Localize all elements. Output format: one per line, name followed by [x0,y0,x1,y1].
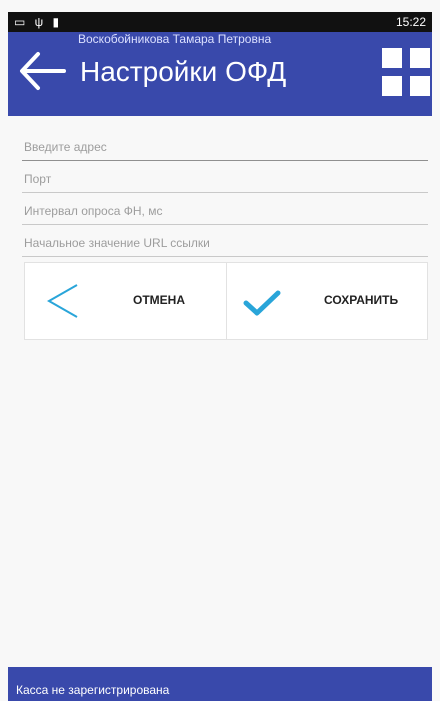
grid-menu-icon[interactable] [380,46,432,98]
port-input[interactable] [22,166,428,193]
status-bar: ▭ ψ ▮ 15:22 [8,12,432,32]
back-arrow-icon[interactable] [16,50,68,92]
user-name: Воскобойникова Тамара Петровна [78,32,272,46]
app-header: Воскобойникова Тамара Петровна Настройки… [8,32,432,116]
save-label: СОХРАНИТЬ [324,293,399,307]
cancel-button[interactable]: ОТМЕНА [25,263,227,339]
polling-interval-input[interactable] [22,198,428,225]
page-title: Настройки ОФД [80,56,287,87]
checkmark-icon [243,290,281,316]
footer-status-bar: Касса не зарегистрирована [8,667,432,701]
status-time: 15:22 [395,15,426,29]
status-icons-left: ▭ ψ ▮ [14,15,63,29]
registration-status: Касса не зарегистрирована [16,683,170,697]
triangle-left-icon [46,284,78,318]
address-input[interactable] [22,134,428,161]
url-initial-value-input[interactable] [22,230,428,257]
action-bar: ОТМЕНА СОХРАНИТЬ [24,262,428,340]
cancel-label: ОТМЕНА [133,293,185,307]
save-button[interactable]: СОХРАНИТЬ [226,263,427,339]
